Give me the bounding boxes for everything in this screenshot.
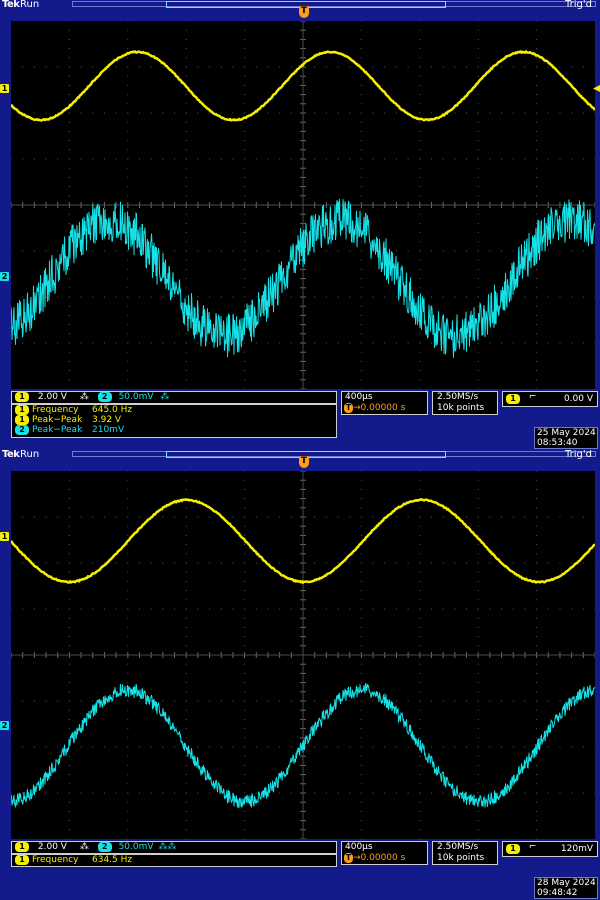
- record-length: 10k points: [437, 403, 485, 413]
- ch2-badge: 2: [97, 392, 112, 402]
- sample-rate: 2.50MS/s: [437, 842, 479, 852]
- time-text: 08:53:40: [537, 438, 578, 448]
- scope-screenshot-1: Tek Run Trig'd T 1 2 1 2.00 V ⁂ 2 50.0mV…: [0, 0, 600, 450]
- timebase-box[interactable]: 400µs T →0.00000 s: [341, 841, 428, 865]
- waveform-display: [11, 471, 595, 839]
- ch1-ground-marker[interactable]: 1: [0, 532, 9, 541]
- measurement-row: 2 Peak−Peak 210mV: [12, 425, 336, 435]
- record-view-bar: [72, 451, 596, 458]
- measurement-value: 210mV: [92, 425, 125, 435]
- measurement-value: 3.92 V: [92, 415, 122, 425]
- channel-settings-bar[interactable]: 1 2.00 V ⁂ 2 50.0mV ⁂: [11, 391, 337, 404]
- measurement-row: 1 Peak−Peak 3.92 V: [12, 415, 336, 425]
- trigger-source-badge: 1: [506, 394, 520, 404]
- graticule-grid: [11, 471, 595, 839]
- trigger-slope-icon: ⌐: [528, 842, 537, 852]
- trigger-level-icon[interactable]: [593, 85, 600, 92]
- trigger-level: 120mV: [560, 844, 593, 854]
- acquisition-status: Run: [20, 0, 40, 10]
- acquisition-box[interactable]: 2.50MS/s 10k points: [432, 391, 498, 415]
- ch2-scale: 50.0mV: [118, 392, 154, 402]
- measurement-channel-badge: 1: [15, 415, 29, 425]
- measurement-row: 1 Frequency 645.0 Hz: [12, 405, 336, 415]
- channel-settings-bar[interactable]: 1 2.00 V ⁂ 2 50.0mV ⁂⁂: [11, 841, 337, 854]
- ch1-ground-marker[interactable]: 1: [0, 84, 9, 93]
- measurement-value: 645.0 Hz: [92, 405, 133, 415]
- date-text: 28 May 2024: [537, 878, 596, 888]
- measurement-panel[interactable]: 1 Frequency 634.5 Hz: [11, 854, 337, 867]
- time-text: 09:48:42: [537, 888, 578, 898]
- trigger-pos-icon: T: [344, 403, 353, 413]
- trigger-position: →0.00000 s: [353, 853, 406, 863]
- measurement-label: Peak−Peak: [32, 415, 83, 425]
- ch2-coupling-icon: ⁂: [160, 392, 170, 402]
- ch2-coupling-icon: ⁂⁂: [158, 842, 177, 852]
- measurement-label: Frequency: [32, 855, 79, 865]
- graticule-and-waveforms: [11, 471, 595, 839]
- trigger-box[interactable]: 1 ⌐ 0.00 V: [502, 391, 598, 407]
- ch1-scale: 2.00 V: [37, 842, 67, 852]
- timestamp: 28 May 2024 09:48:42: [534, 877, 598, 899]
- trigger-source-badge: 1: [506, 844, 520, 854]
- trigger-pos-icon: T: [344, 853, 353, 863]
- trigger-position-icon[interactable]: T: [299, 456, 309, 468]
- timestamp: 25 May 2024 08:53:40: [534, 427, 598, 449]
- measurement-label: Peak−Peak: [32, 425, 83, 435]
- ch1-badge: 1: [15, 842, 29, 852]
- measurement-label: Frequency: [32, 405, 79, 415]
- ch1-badge: 1: [15, 392, 29, 402]
- brand-logo: Tek: [2, 450, 20, 460]
- ch1-coupling-icon: ⁂: [79, 842, 89, 852]
- trigger-status: Trig'd: [565, 0, 592, 10]
- trigger-box[interactable]: 1 ⌐ 120mV: [502, 841, 598, 857]
- timebase-value: 400µs: [345, 842, 373, 852]
- ch2-scale: 50.0mV: [118, 842, 154, 852]
- waveform-display: [11, 21, 595, 389]
- record-length: 10k points: [437, 853, 485, 863]
- trigger-position-icon[interactable]: T: [299, 6, 309, 18]
- measurement-value: 634.5 Hz: [92, 855, 133, 865]
- acquisition-status: Run: [20, 450, 40, 460]
- acquisition-box[interactable]: 2.50MS/s 10k points: [432, 841, 498, 865]
- ch2-badge: 2: [97, 842, 112, 852]
- sample-rate: 2.50MS/s: [437, 392, 479, 402]
- trigger-status: Trig'd: [565, 450, 592, 460]
- measurement-channel-badge: 1: [15, 855, 29, 865]
- measurement-panel[interactable]: 1 Frequency 645.0 Hz 1 Peak−Peak 3.92 V …: [11, 404, 337, 438]
- record-view-bar: [72, 1, 596, 8]
- ch2-ground-marker[interactable]: 2: [0, 272, 9, 281]
- measurement-channel-badge: 1: [15, 405, 29, 415]
- trigger-slope-icon: ⌐: [528, 392, 537, 402]
- timebase-box[interactable]: 400µs T →0.00000 s: [341, 391, 428, 415]
- graticule-and-waveforms: [11, 21, 595, 389]
- ch1-coupling-icon: ⁂: [79, 392, 89, 402]
- measurement-channel-badge: 2: [15, 425, 29, 435]
- ch1-scale: 2.00 V: [37, 392, 67, 402]
- trigger-position: →0.00000 s: [353, 403, 406, 413]
- trigger-level: 0.00 V: [563, 394, 593, 404]
- ch2-ground-marker[interactable]: 2: [0, 721, 9, 730]
- scope-screenshot-2: Tek Run Trig'd T 1 2 1 2.00 V ⁂ 2 50.0mV…: [0, 450, 600, 900]
- timebase-value: 400µs: [345, 392, 373, 402]
- date-text: 25 May 2024: [537, 428, 596, 438]
- brand-logo: Tek: [2, 0, 20, 10]
- measurement-row: 1 Frequency 634.5 Hz: [12, 855, 336, 865]
